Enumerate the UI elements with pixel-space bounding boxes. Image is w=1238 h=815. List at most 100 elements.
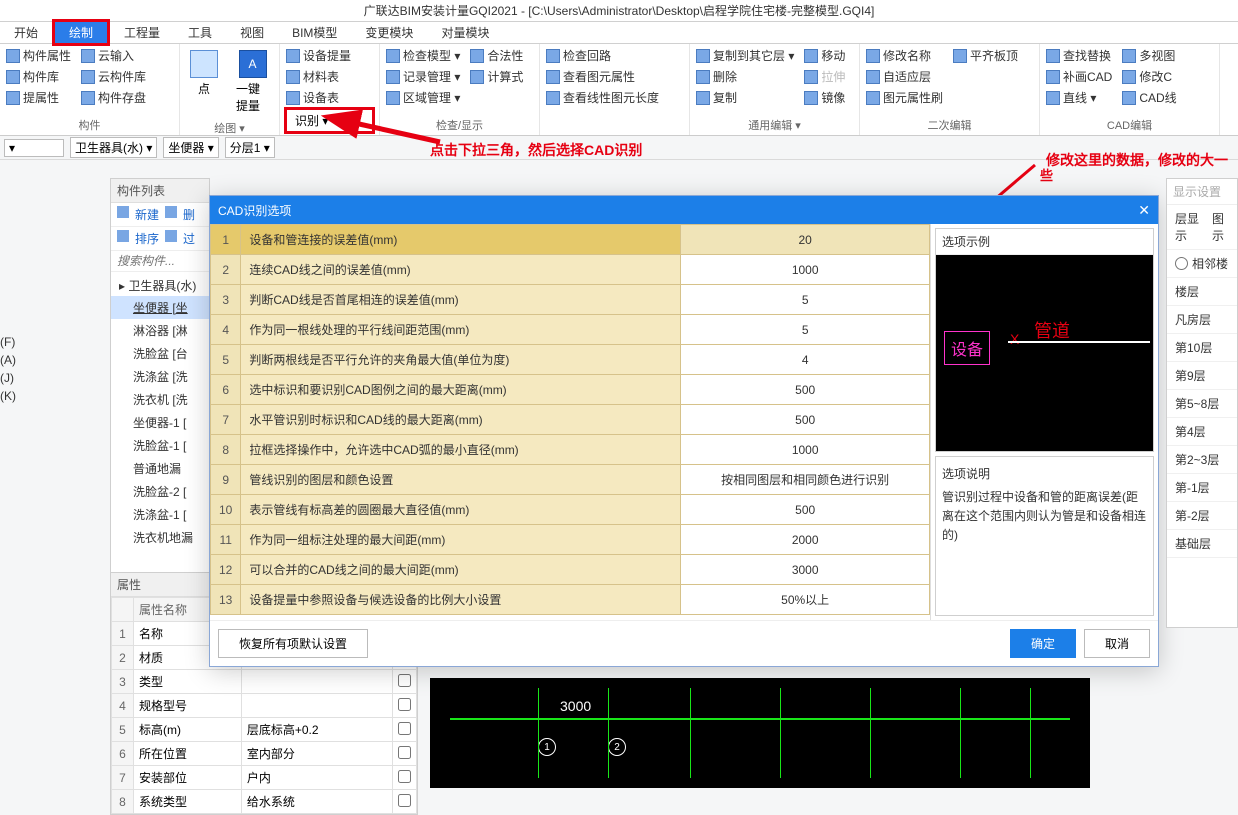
list-item[interactable]: 第2~3层 (1167, 446, 1237, 474)
rb-check-model[interactable]: 检查模型 ▾ (384, 46, 462, 65)
rb-check-loop[interactable]: 检查回路 (544, 46, 661, 65)
menu-draw[interactable]: 绘制 (52, 19, 110, 46)
table-row[interactable]: 7安装部位户内 (112, 766, 417, 790)
menu-tool[interactable]: 工具 (174, 22, 226, 43)
rb-move[interactable]: 移动 (802, 46, 847, 65)
prop-checkbox[interactable] (398, 770, 411, 783)
prop-checkbox[interactable] (398, 674, 411, 687)
restore-defaults-button[interactable]: 恢复所有项默认设置 (218, 629, 368, 658)
rb-mirror[interactable]: 镜像 (802, 88, 847, 107)
table-row[interactable]: 8拉框选择操作中，允许选中CAD弧的最小直径(mm)1000 (211, 435, 930, 465)
list-item[interactable]: 楼层 (1167, 278, 1237, 306)
rb-one-key[interactable]: A一键提量 (230, 46, 275, 118)
context-dd3[interactable]: 分层1 ▾ (225, 137, 275, 158)
menu-change[interactable]: 变更模块 (351, 22, 427, 43)
list-item[interactable]: 洗脸盆-2 [ (111, 480, 209, 503)
btn-filter[interactable]: 过 (183, 230, 195, 247)
table-row[interactable]: 7水平管识别时标识和CAD线的最大距离(mm)500 (211, 405, 930, 435)
context-dd2[interactable]: 坐便器 ▾ (163, 137, 218, 158)
rb-modify-c[interactable]: 修改C (1120, 67, 1178, 86)
tree-root[interactable]: ▸ 卫生器具(水) (111, 275, 209, 296)
list-item[interactable]: 坐便器 [坐 (111, 296, 209, 319)
table-row[interactable]: 3判断CAD线是否首尾相连的误差值(mm)5 (211, 285, 930, 315)
rp-tab-layer[interactable]: 层显示 (1175, 210, 1201, 244)
rb-line[interactable]: 直线 ▾ (1044, 88, 1114, 107)
list-item[interactable]: 洗脸盆-1 [ (111, 434, 209, 457)
rb-prop-brush[interactable]: 图元属性刷 (864, 88, 945, 107)
rb-cloud-lib[interactable]: 云构件库 (79, 67, 148, 86)
table-row[interactable]: 1设备和管连接的误差值(mm)20 (211, 225, 930, 255)
list-item[interactable]: 普通地漏 (111, 457, 209, 480)
list-item[interactable]: 第9层 (1167, 362, 1237, 390)
list-item[interactable]: 基础层 (1167, 530, 1237, 558)
table-row[interactable]: 13设备提量中参照设备与候选设备的比例大小设置50%以上 (211, 585, 930, 615)
rp-tab-figure[interactable]: 图示 (1212, 210, 1229, 244)
menu-bim[interactable]: BIM模型 (278, 22, 351, 43)
rb-cad-line[interactable]: CAD线 (1120, 88, 1178, 107)
table-row[interactable]: 6选中标识和要识别CAD图例之间的最大距离(mm)500 (211, 375, 930, 405)
rb-device-list[interactable]: 设备表 (284, 88, 353, 107)
rb-copy-other[interactable]: 复制到其它层 ▾ (694, 46, 796, 65)
btn-sort[interactable]: 排序 (135, 230, 159, 247)
rb-supp-cad[interactable]: 补画CAD (1044, 67, 1114, 86)
rb-copy[interactable]: 复制 (694, 88, 796, 107)
rb-record-mgmt[interactable]: 记录管理 ▾ (384, 67, 462, 86)
list-item[interactable]: 凡房层 (1167, 306, 1237, 334)
btn-del[interactable]: 删 (183, 206, 195, 223)
rb-multiview[interactable]: 多视图 (1120, 46, 1178, 65)
list-item[interactable]: 第-1层 (1167, 474, 1237, 502)
btn-new[interactable]: 新建 (135, 206, 159, 223)
rb-view-linear-len[interactable]: 查看线性图元长度 (544, 88, 661, 107)
prop-checkbox[interactable] (398, 746, 411, 759)
table-row[interactable]: 10表示管线有标高差的圆圈最大直径值(mm)500 (211, 495, 930, 525)
rb-align-top[interactable]: 平齐板顶 (951, 46, 1020, 65)
list-item[interactable]: 洗衣机地漏 (111, 526, 209, 549)
list-item[interactable]: 洗脸盆 [台 (111, 342, 209, 365)
table-row[interactable]: 9管线识别的图层和颜色设置按相同图层和相同颜色进行识别 (211, 465, 930, 495)
rb-delete[interactable]: 删除 (694, 67, 796, 86)
list-item[interactable]: 第10层 (1167, 334, 1237, 362)
prop-checkbox[interactable] (398, 698, 411, 711)
list-item[interactable]: 第-2层 (1167, 502, 1237, 530)
rb-component-lib[interactable]: 构件库 (4, 67, 73, 86)
dialog-titlebar[interactable]: CAD识别选项 ✕ (210, 196, 1158, 224)
table-row[interactable]: 5判断两根线是否平行允许的夹角最大值(单位为度)4 (211, 345, 930, 375)
table-row[interactable]: 12可以合并的CAD线之间的最大间距(mm)3000 (211, 555, 930, 585)
prop-checkbox[interactable] (398, 722, 411, 735)
list-item[interactable]: 洗涤盆 [洗 (111, 365, 209, 388)
rb-cloud-in[interactable]: 云输入 (79, 46, 148, 65)
table-row[interactable]: 8系统类型给水系统 (112, 790, 417, 814)
rb-view-elem-prop[interactable]: 查看图元属性 (544, 67, 661, 86)
rg-title-edit[interactable]: 通用编辑 ▾ (694, 115, 855, 133)
rb-device-qty[interactable]: 设备提量 (284, 46, 353, 65)
rb-material-list[interactable]: 材料表 (284, 67, 353, 86)
menu-quantity[interactable]: 工程量 (110, 22, 174, 43)
rg-title-draw[interactable]: 绘图 ▾ (184, 118, 275, 136)
list-item[interactable]: 洗衣机 [洗 (111, 388, 209, 411)
list-item[interactable]: 第4层 (1167, 418, 1237, 446)
ok-button[interactable]: 确定 (1010, 629, 1076, 658)
cad-view[interactable]: 3000 1 2 (430, 678, 1090, 788)
menu-view[interactable]: 视图 (226, 22, 278, 43)
table-row[interactable]: 5标高(m)层底标高+0.2 (112, 718, 417, 742)
table-row[interactable]: 11作为同一组标注处理的最大间距(mm)2000 (211, 525, 930, 555)
rp-radio[interactable] (1175, 257, 1188, 270)
rb-extract-prop[interactable]: 提属性 (4, 88, 73, 107)
rb-point[interactable]: 点 (184, 46, 224, 118)
prop-checkbox[interactable] (398, 794, 411, 807)
rb-adaptive[interactable]: 自适应层 (864, 67, 945, 86)
rb-rename[interactable]: 修改名称 (864, 46, 945, 65)
list-item[interactable]: 坐便器-1 [ (111, 411, 209, 434)
table-row[interactable]: 6所在位置室内部分 (112, 742, 417, 766)
rb-formula[interactable]: 计算式 (468, 67, 525, 86)
context-dd0[interactable]: ▾ (4, 139, 64, 157)
rb-area-mgmt[interactable]: 区域管理 ▾ (384, 88, 462, 107)
rb-component-prop[interactable]: 构件属性 (4, 46, 73, 65)
list-item[interactable]: 第5~8层 (1167, 390, 1237, 418)
rb-recognize-dd[interactable]: 识别 ▾ (284, 107, 375, 134)
rb-find-replace[interactable]: 查找替换 (1044, 46, 1114, 65)
menu-start[interactable]: 开始 (0, 22, 52, 43)
rb-legality[interactable]: 合法性 (468, 46, 525, 65)
close-icon[interactable]: ✕ (1138, 202, 1150, 219)
list-item[interactable]: 洗涤盆-1 [ (111, 503, 209, 526)
